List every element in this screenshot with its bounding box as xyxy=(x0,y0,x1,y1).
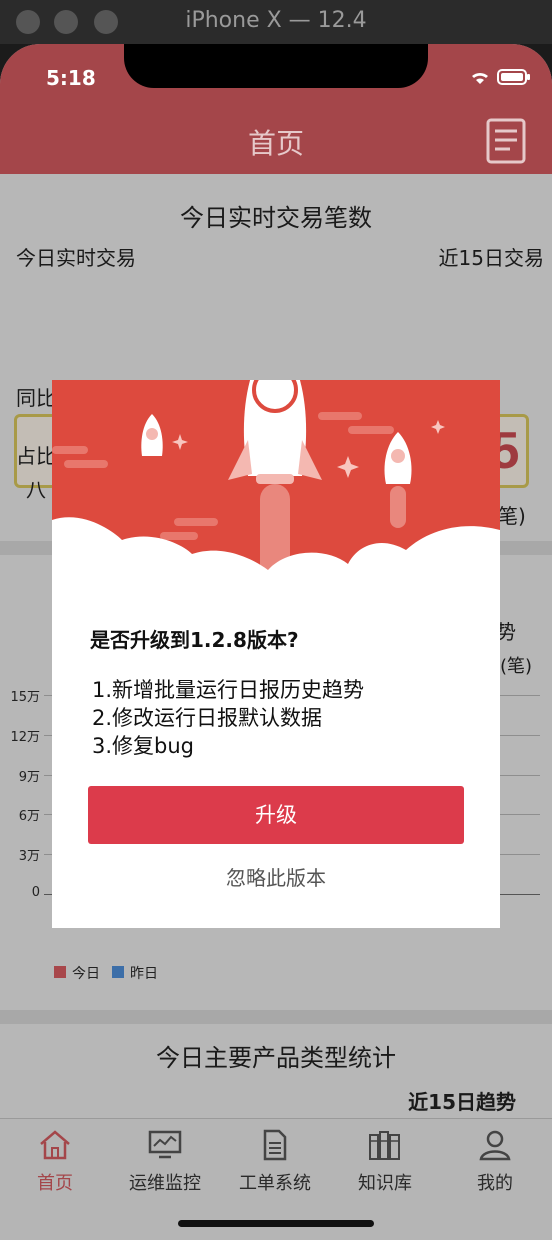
battery-icon xyxy=(497,69,530,85)
release-note: 1.新增批量运行日报历史趋势 xyxy=(92,678,365,702)
workorder-icon xyxy=(263,1129,287,1161)
legend-today[interactable]: 今日 xyxy=(72,963,100,983)
product-trend-link[interactable]: 近15日趋势 xyxy=(408,1086,516,1115)
product-card-title: 今日主要产品类型统计 xyxy=(156,1044,396,1072)
tab-profile[interactable]: 我的 xyxy=(440,1129,550,1195)
tab-workorder-label: 工单系统 xyxy=(239,1173,311,1194)
phone-screen: 5:18 首页 今日实时交易笔数 今日实时交易 近15日交易 5 同比 占比 八… xyxy=(0,44,552,1240)
tab-monitor-label: 运维监控 xyxy=(129,1173,201,1194)
upgrade-button[interactable]: 升级 xyxy=(88,786,464,844)
release-note: 3.修复bug xyxy=(92,734,195,758)
device-notch xyxy=(124,44,428,88)
upgrade-question: 是否升级到1.2.8版本? xyxy=(90,628,299,652)
status-time: 5:18 xyxy=(46,66,96,90)
simulator-title: iPhone X — 12.4 xyxy=(185,8,367,33)
release-note: 2.修改运行日报默认数据 xyxy=(92,706,323,730)
document-icon[interactable] xyxy=(486,118,526,168)
section-divider xyxy=(0,1010,552,1024)
rocket-icon xyxy=(52,380,500,620)
ignore-version-button[interactable]: 忽略此版本 xyxy=(52,862,500,891)
realtime-card-title: 今日实时交易笔数 xyxy=(180,204,372,232)
user-icon xyxy=(479,1130,511,1161)
y-tick: 0 xyxy=(31,885,40,900)
tab-library-label: 知识库 xyxy=(358,1173,412,1194)
simulator-title-bar: iPhone X — 12.4 xyxy=(0,0,552,44)
monitor-icon xyxy=(148,1130,182,1159)
realtime-label: 今日实时交易 xyxy=(16,246,136,270)
home-indicator xyxy=(178,1220,374,1227)
tab-home[interactable]: 首页 xyxy=(0,1129,110,1195)
status-icons xyxy=(470,68,532,90)
navigation-bar: 5:18 首页 xyxy=(0,44,552,174)
ratio-label: 占比 xyxy=(16,444,56,468)
ratio-value: 八 xyxy=(26,478,46,502)
tab-workorder[interactable]: 工单系统 xyxy=(220,1129,330,1195)
page-title: 首页 xyxy=(247,127,304,160)
y-tick: 12万 xyxy=(10,730,40,745)
y-tick: 6万 xyxy=(18,809,40,824)
y-tick: 15万 xyxy=(10,690,40,705)
tab-profile-label: 我的 xyxy=(477,1173,513,1194)
upgrade-dialog: 是否升级到1.2.8版本? 1.新增批量运行日报历史趋势 2.修改运行日报默认数… xyxy=(52,380,500,928)
library-icon xyxy=(369,1131,400,1160)
tab-monitor[interactable]: 运维监控 xyxy=(110,1129,220,1195)
y-tick: 3万 xyxy=(18,849,40,864)
compare-label: 同比 xyxy=(16,386,56,410)
tab-library[interactable]: 知识库 xyxy=(330,1129,440,1195)
chart-unit: (笔) xyxy=(500,656,533,677)
unit-suffix: 笔) xyxy=(498,504,526,528)
wifi-icon xyxy=(472,72,488,84)
legend-swatch-yesterday xyxy=(112,966,124,978)
home-icon xyxy=(40,1130,70,1160)
legend-swatch-today xyxy=(54,966,66,978)
legend-yesterday[interactable]: 昨日 xyxy=(130,963,158,983)
tab-home-label: 首页 xyxy=(37,1173,73,1194)
recent-15-days-link[interactable]: 近15日交易 xyxy=(439,242,544,271)
y-tick: 9万 xyxy=(18,770,40,785)
